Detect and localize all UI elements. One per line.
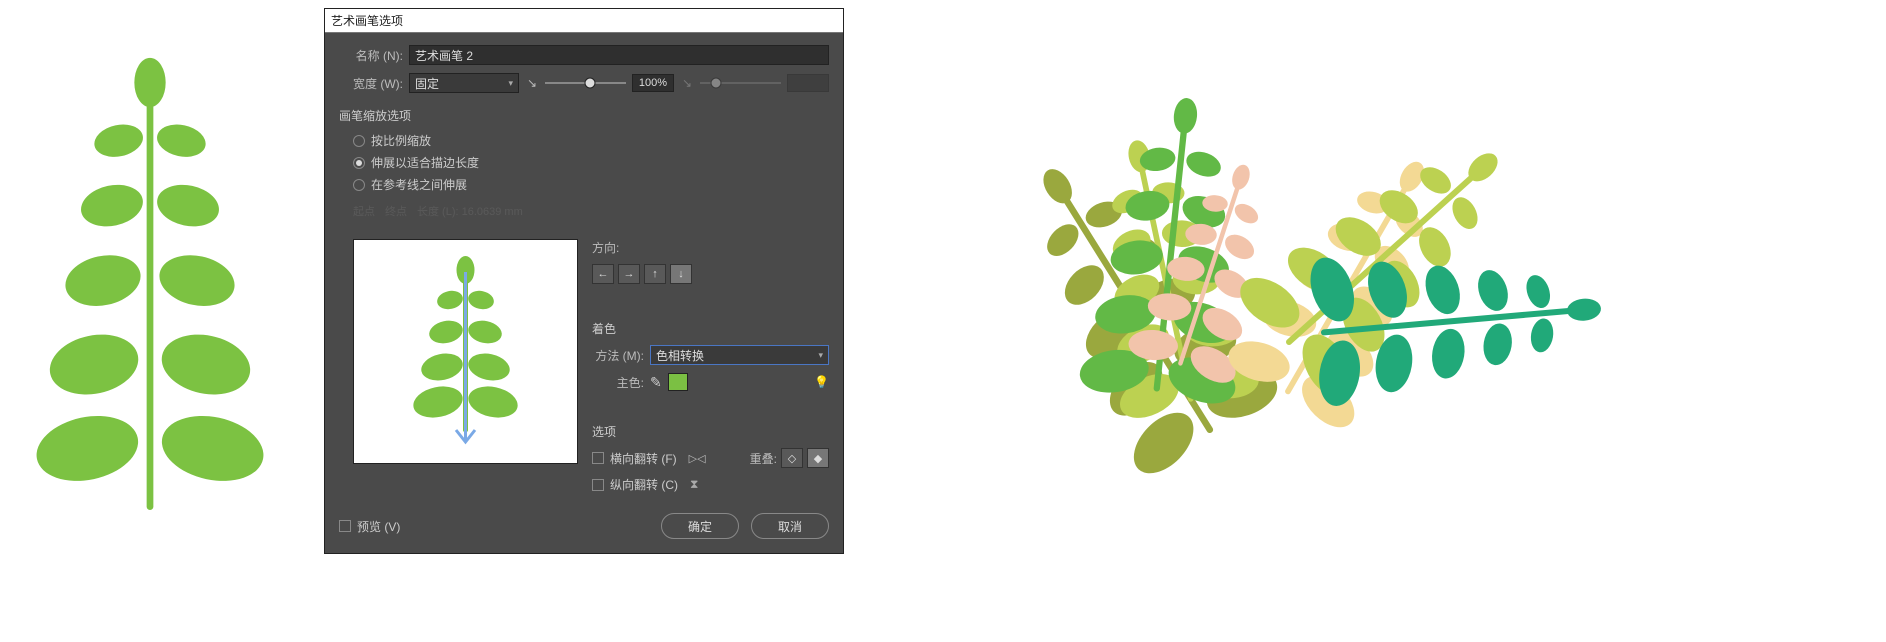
method-value: 色相转换 [656, 347, 704, 364]
dialog-title: 艺术画笔选项 [325, 9, 843, 33]
name-label: 名称 (N): [339, 47, 403, 64]
radio-icon [353, 179, 365, 191]
eyedropper-icon[interactable]: ✎ [650, 374, 662, 391]
width-row: 宽度 (W): 固定 ▾ ↘ 100% ↘ [339, 73, 829, 93]
flip-y-glyph-icon: ⧗ [690, 477, 698, 492]
flip-x-glyph-icon: ▷◁ [689, 452, 706, 465]
scaling-option-label: 按比例缩放 [371, 132, 431, 149]
brush-preview [353, 239, 578, 464]
width-slider-right: ↘ [680, 74, 829, 92]
right-plant-arrangement [940, 60, 1640, 560]
flip-y-label: 纵向翻转 (C) [610, 476, 678, 493]
overlap-none-button[interactable]: ◇ [781, 448, 803, 468]
dialog-footer: 预览 (V) 确定 取消 [325, 503, 843, 553]
preview-label: 预览 (V) [357, 518, 400, 535]
direction-buttons: ← → ↑ ↓ [592, 264, 829, 284]
name-row: 名称 (N): [339, 45, 829, 65]
width-mode-select[interactable]: 固定 ▾ [409, 73, 519, 93]
direction-down-button[interactable]: ↓ [670, 264, 692, 284]
scaling-radio-group: 按比例缩放 伸展以适合描边长度 在参考线之间伸展 [339, 132, 829, 193]
flip-x-checkbox[interactable]: 横向翻转 (F) [592, 450, 677, 467]
overlap-join-button[interactable]: ◆ [807, 448, 829, 468]
keycolor-row: 主色: ✎ 💡 [592, 373, 829, 391]
method-label: 方法 (M): [592, 347, 644, 364]
scaling-option-guides[interactable]: 在参考线之间伸展 [353, 176, 829, 193]
link-right-icon: ↘ [680, 76, 694, 90]
cancel-button[interactable]: 取消 [751, 513, 829, 539]
direction-label: 方向: [592, 239, 829, 256]
width-mode-value: 固定 [415, 75, 439, 92]
flipy-row: 纵向翻转 (C) ⧗ [592, 476, 829, 493]
flip-x-label: 横向翻转 (F) [610, 450, 677, 467]
overlap-label: 重叠: [750, 450, 777, 467]
scaling-option-label: 在参考线之间伸展 [371, 176, 467, 193]
direction-right-button[interactable]: → [618, 264, 640, 284]
checkbox-icon [339, 520, 351, 532]
flip-y-checkbox[interactable]: 纵向翻转 (C) [592, 476, 678, 493]
width-value[interactable]: 100% [632, 74, 674, 92]
left-plant-illustration [0, 40, 300, 510]
guides-disabled-row: 起点 终点 长度 (L): 16.0639 mm [339, 201, 829, 221]
dialog-body: 名称 (N): 宽度 (W): 固定 ▾ ↘ 100% ↘ 画笔缩放选项 [325, 33, 843, 503]
direction-up-button[interactable]: ↑ [644, 264, 666, 284]
width-slider-left[interactable]: ↘ 100% [525, 74, 674, 92]
colorization-section-title: 着色 [592, 320, 829, 337]
scaling-option-label: 伸展以适合描边长度 [371, 154, 479, 171]
scaling-option-stretch[interactable]: 伸展以适合描边长度 [353, 154, 829, 171]
flipx-row: 横向翻转 (F) ▷◁ 重叠: ◇ ◆ [592, 448, 829, 468]
disabled-start-label: 起点 [353, 203, 375, 219]
tips-icon[interactable]: 💡 [814, 375, 829, 389]
width-value-right [787, 74, 829, 92]
keycolor-swatch[interactable] [668, 373, 688, 391]
ok-label: 确定 [688, 518, 712, 535]
keycolor-label: 主色: [592, 374, 644, 391]
ok-button[interactable]: 确定 [661, 513, 739, 539]
preview-plant-svg [396, 252, 536, 452]
checkbox-icon [592, 452, 604, 464]
cancel-label: 取消 [778, 518, 802, 535]
checkbox-icon [592, 479, 604, 491]
plant-svg [0, 40, 300, 510]
dialog-title-text: 艺术画笔选项 [331, 14, 403, 28]
method-select[interactable]: 色相转换 ▾ [650, 345, 829, 365]
disabled-length-label: 长度 (L): 16.0639 mm [417, 203, 523, 219]
direction-left-button[interactable]: ← [592, 264, 614, 284]
name-input[interactable] [409, 45, 829, 65]
art-brush-options-dialog: 艺术画笔选项 名称 (N): 宽度 (W): 固定 ▾ ↘ 100% ↘ [324, 8, 844, 554]
scaling-section-title: 画笔缩放选项 [339, 107, 829, 124]
link-left-icon: ↘ [525, 76, 539, 90]
method-row: 方法 (M): 色相转换 ▾ [592, 345, 829, 365]
radio-icon-checked [353, 157, 365, 169]
options-section-title: 选项 [592, 423, 829, 440]
chevron-down-icon: ▾ [508, 78, 513, 89]
mid-section: 方向: ← → ↑ ↓ 着色 方法 (M): 色相转换 ▾ [339, 239, 829, 493]
arrangement-svg [940, 60, 1640, 560]
radio-icon [353, 135, 365, 147]
overlap-group: 重叠: ◇ ◆ [750, 448, 829, 468]
preview-checkbox[interactable]: 预览 (V) [339, 518, 400, 535]
scaling-option-proportional[interactable]: 按比例缩放 [353, 132, 829, 149]
right-column: 方向: ← → ↑ ↓ 着色 方法 (M): 色相转换 ▾ [592, 239, 829, 493]
disabled-end-label: 终点 [385, 203, 407, 219]
width-label: 宽度 (W): [339, 75, 403, 92]
chevron-down-icon: ▾ [818, 350, 823, 361]
